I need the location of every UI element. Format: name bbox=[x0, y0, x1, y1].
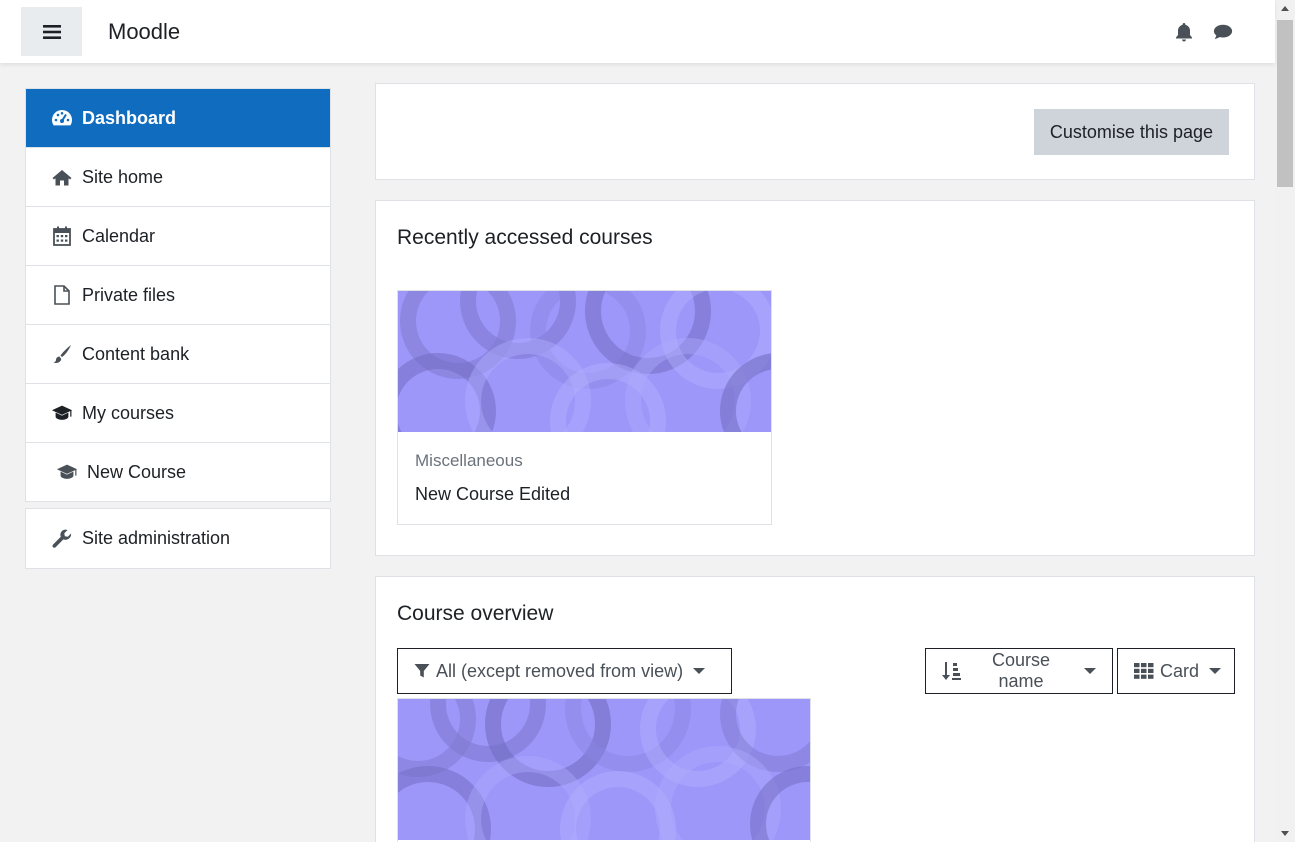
nav-item-my-courses[interactable]: My courses bbox=[26, 383, 330, 442]
nav-item-site-administration[interactable]: Site administration bbox=[26, 509, 330, 568]
nav-item-label: Site administration bbox=[82, 528, 231, 548]
grid-icon bbox=[1134, 663, 1154, 679]
nav-item-label: Site home bbox=[82, 166, 164, 187]
brush-icon bbox=[51, 344, 73, 364]
scroll-down-arrow-icon[interactable] bbox=[1275, 825, 1295, 842]
nav-list: Dashboard Site home Calendar Private fil… bbox=[25, 88, 331, 502]
course-category: Miscellaneous bbox=[415, 451, 523, 470]
sort-label: Course name bbox=[991, 650, 1051, 691]
caret-down-icon bbox=[1209, 668, 1222, 674]
caret-down-icon bbox=[1084, 668, 1096, 674]
gauge-icon bbox=[51, 108, 73, 128]
nav-item-label: Dashboard bbox=[82, 107, 177, 128]
nav-item-content-bank[interactable]: Content bank bbox=[26, 324, 330, 383]
course-name-link[interactable]: New Course Edited bbox=[415, 484, 570, 505]
recent-courses-block: Recently accessed courses Miscellaneous … bbox=[375, 200, 1255, 556]
nav-drawer: Dashboard Site home Calendar Private fil… bbox=[0, 63, 356, 842]
nav-item-label: My courses bbox=[82, 402, 175, 423]
scroll-thumb[interactable] bbox=[1277, 20, 1293, 187]
file-icon bbox=[51, 285, 73, 305]
sort-dropdown[interactable]: Course name bbox=[925, 648, 1113, 694]
site-brand[interactable]: Moodle bbox=[108, 19, 180, 45]
course-image[interactable] bbox=[398, 699, 810, 840]
nav-item-site-home[interactable]: Site home bbox=[26, 147, 330, 206]
calendar-icon bbox=[51, 226, 73, 246]
top-navbar: Moodle bbox=[0, 0, 1275, 63]
view-mode-dropdown[interactable]: Card bbox=[1117, 648, 1235, 694]
admin-nav-list: Site administration bbox=[25, 508, 331, 569]
nav-item-label: Private files bbox=[82, 284, 176, 305]
grouping-filter-dropdown[interactable]: All (except removed from view) bbox=[397, 648, 732, 694]
course-overview-block: Course overview All (except removed from… bbox=[375, 576, 1255, 842]
nav-item-label: Calendar bbox=[82, 225, 156, 246]
filter-icon bbox=[414, 663, 430, 679]
nav-item-label: Content bank bbox=[82, 343, 190, 364]
course-overview-title: Course overview bbox=[397, 602, 554, 625]
chat-bubble-icon[interactable] bbox=[1213, 22, 1233, 42]
nav-item-new-course[interactable]: New Course bbox=[26, 442, 330, 501]
filter-label: All (except removed from view) bbox=[436, 660, 684, 681]
wrench-icon bbox=[51, 529, 73, 549]
customise-page-button[interactable]: Customise this page bbox=[1033, 109, 1229, 155]
home-icon bbox=[51, 167, 73, 187]
graduation-cap-icon bbox=[56, 462, 78, 482]
nav-item-dashboard[interactable]: Dashboard bbox=[26, 89, 330, 147]
sort-alpha-icon bbox=[942, 661, 962, 681]
scroll-up-arrow-icon[interactable] bbox=[1275, 0, 1295, 17]
course-image[interactable] bbox=[398, 291, 771, 432]
view-label: Card bbox=[1160, 660, 1200, 681]
recent-courses-title: Recently accessed courses bbox=[397, 226, 653, 249]
nav-item-private-files[interactable]: Private files bbox=[26, 265, 330, 324]
graduation-cap-icon bbox=[51, 403, 73, 423]
course-card[interactable] bbox=[397, 698, 811, 842]
nav-item-label: New Course bbox=[87, 461, 187, 482]
hamburger-icon bbox=[42, 24, 61, 39]
course-card[interactable]: Miscellaneous New Course Edited bbox=[397, 290, 772, 525]
page-scrollbar[interactable] bbox=[1275, 0, 1295, 842]
nav-item-calendar[interactable]: Calendar bbox=[26, 206, 330, 265]
page-header-card: Customise this page bbox=[375, 83, 1255, 180]
bell-icon[interactable] bbox=[1174, 22, 1194, 42]
caret-down-icon bbox=[693, 668, 706, 674]
drawer-toggle-button[interactable] bbox=[21, 7, 82, 56]
